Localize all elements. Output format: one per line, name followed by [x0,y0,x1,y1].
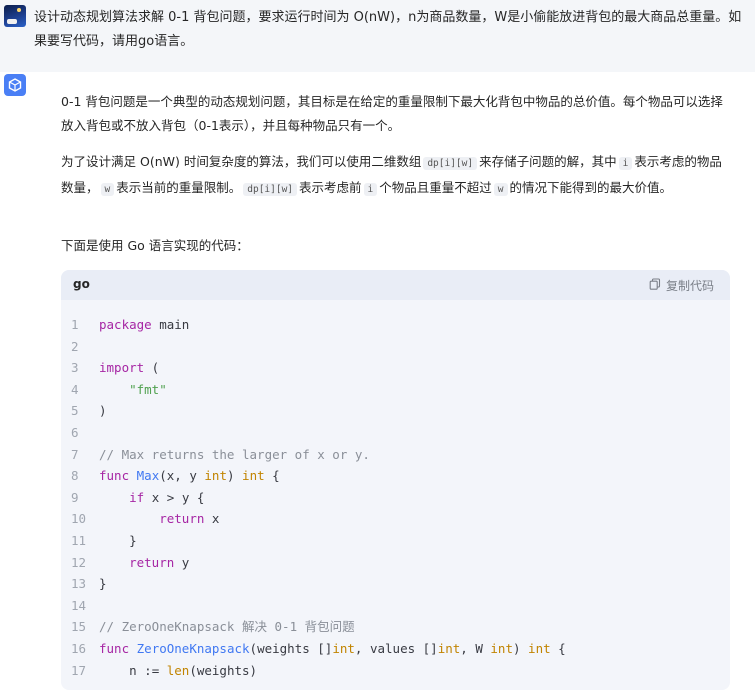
inline-code: w [100,183,115,196]
code-line: 6 [61,422,730,444]
p2-text-f: 个物品且重量不超过 [379,180,492,195]
user-avatar [4,5,26,27]
inline-code: dp[i][w] [243,183,298,196]
line-number: 2 [71,338,79,354]
cube-icon [4,74,26,96]
code-line-text: if x > y { [129,489,205,505]
code-line: 13} [61,573,730,595]
line-number: 4 [71,381,79,397]
code-line: 3 import ( [61,357,730,379]
code-line-text: } [99,532,137,548]
code-line-text: func Max(x, y int) int { [99,468,280,484]
code-line-text: import ( [99,360,160,376]
inline-code: i [618,157,633,170]
line-number: 1 [71,317,79,332]
line-number: 13 [71,576,87,592]
line-number: 5 [71,403,79,419]
copy-code-label: 复制代码 [665,279,714,293]
code-line: 17 n := len(weights) [61,660,730,682]
code-line-text: return y [129,554,190,570]
answer-paragraph-3: 下面是使用 Go 语言实现的代码： [61,238,249,253]
code-line-text: return x [159,511,220,527]
code-block: go 复制代码 1 package main 2 3 import (4 "fmt" 5)… [61,270,730,690]
inline-code: dp[i][w] [423,157,478,170]
inline-code: i [363,183,378,196]
line-number: 8 [71,468,79,484]
code-line: 12 return y [61,552,730,574]
line-number: 7 [71,446,79,462]
code-line: 7 // Max returns the larger of x or y. [61,444,730,466]
p2-text-b: 来存储子问题的解，其中 [479,154,617,169]
answer-paragraph-2: 为了设计满足 O(nW) 时间复杂度的算法，我们可以使用二维数组 dp[i][w]… [61,150,729,202]
copy-icon [649,278,661,293]
line-number: 11 [71,532,87,548]
code-line: 16 func ZeroOneKnapsack(weights []int, va… [61,638,730,660]
code-line: 10 return x [61,508,730,530]
answer-paragraph-1: 0-1 背包问题是一个典型的动态规划问题，其目标是在给定的重量限制下最大化背包中… [61,94,723,133]
p2-text-d: 表示当前的重量限制。 [116,180,242,195]
line-number: 6 [71,424,79,440]
assistant-answer: 0-1 背包问题是一个典型的动态规划问题，其目标是在给定的重量限制下最大化背包中… [36,72,755,690]
line-number: 15 [71,619,87,635]
user-message-text: 设计动态规划算法求解 0-1 背包问题，要求运行时间为 O(nW)，n为商品数量… [34,10,742,49]
p2-text-g: 的情况下能得到的最大价值。 [509,180,673,195]
code-line-text: ) [99,403,107,419]
code-line: 2 [61,336,730,358]
line-number: 16 [71,640,87,656]
code-line-text: // ZeroOneKnapsack 解决 0-1 背包问题 [99,619,355,635]
code-lines: 1 package main 2 3 import (4 "fmt" 5) 6 7// Max… [61,314,730,681]
p2-text-a: 为了设计满足 O(nW) 时间复杂度的算法，我们可以使用二维数组 [61,154,422,169]
code-line: 14 [61,595,730,617]
line-number: 10 [71,511,87,527]
code-line: 5) [61,400,730,422]
code-line: 9 if x > y { [61,487,730,509]
code-line-text: package main [99,317,190,332]
code-line-text: } [99,576,107,592]
code-language-label: go [73,277,90,291]
code-line-text: func ZeroOneKnapsack(weights []int, valu… [99,640,566,656]
code-line-text: // Max returns the larger of x or y. [99,446,370,462]
line-number: 17 [71,662,87,678]
code-line: 4 "fmt" [61,379,730,401]
code-line: 15 // ZeroOneKnapsack 解决 0-1 背包问题 [61,616,730,638]
line-number: 12 [71,554,87,570]
code-line: 1 package main [61,314,730,336]
copy-code-button[interactable]: 复制代码 [649,277,714,294]
code-line-text: n := len(weights) [129,662,258,678]
line-number: 9 [71,489,79,505]
line-number: 14 [71,597,87,613]
p2-text-e: 表示考虑前 [299,180,362,195]
code-block-header: go 复制代码 [61,270,730,300]
user-message: 设计动态规划算法求解 0-1 背包问题，要求运行时间为 O(nW)，n为商品数量… [0,0,755,72]
code-line: 8 func Max(x, y int) int { [61,465,730,487]
code-line: 11 } [61,530,730,552]
code-line-text: "fmt" [129,381,167,397]
line-number: 3 [71,360,79,376]
inline-code: w [493,183,508,196]
